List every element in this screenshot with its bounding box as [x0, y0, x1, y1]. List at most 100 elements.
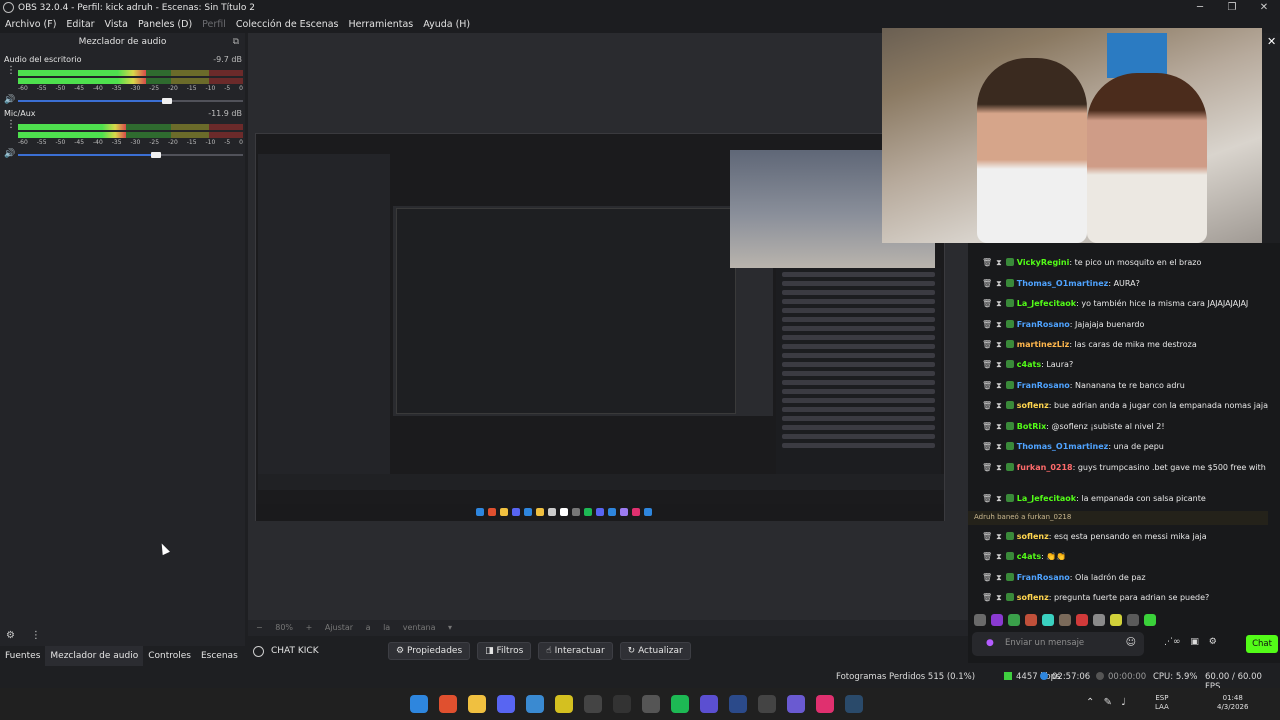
- menu-herramientas[interactable]: Herramientas: [349, 19, 414, 30]
- chat-username[interactable]: BotRix: [1017, 422, 1046, 431]
- timeout-icon[interactable]: ⧗: [996, 299, 1002, 308]
- chat-username[interactable]: furkan_0218: [1017, 463, 1073, 472]
- chat-username[interactable]: c4ats: [1017, 360, 1041, 369]
- chevron-up-icon[interactable]: ⌃: [1086, 697, 1094, 708]
- timeout-icon[interactable]: ⧗: [996, 422, 1002, 431]
- steam-icon[interactable]: [845, 695, 863, 713]
- channel-menu-icon[interactable]: ⋮: [6, 66, 16, 76]
- menu-archivo[interactable]: Archivo (F): [5, 19, 56, 30]
- timeout-icon[interactable]: ⧗: [996, 442, 1002, 451]
- tab-escenas[interactable]: Escenas: [196, 646, 243, 666]
- chat-message-input[interactable]: ● Enviar un mensaje ☺: [972, 632, 1144, 656]
- app2-icon[interactable]: [700, 695, 718, 713]
- chat-username[interactable]: c4ats: [1017, 552, 1041, 561]
- volume-slider[interactable]: [18, 152, 243, 158]
- ps-icon[interactable]: [729, 695, 747, 713]
- volume-slider[interactable]: [18, 98, 243, 104]
- share-icon[interactable]: ⋰∞: [1164, 637, 1181, 647]
- minimize-button[interactable]: ─: [1184, 0, 1216, 15]
- timeout-icon[interactable]: ⧗: [996, 340, 1002, 349]
- timeout-icon[interactable]: ⧗: [996, 360, 1002, 369]
- zoom-in-button[interactable]: +: [306, 623, 313, 632]
- delete-icon[interactable]: 🗑: [982, 552, 992, 561]
- language-indicator[interactable]: ESP LAA: [1155, 694, 1169, 712]
- chat-username[interactable]: La_Jefecitaok: [1017, 299, 1076, 308]
- timeout-icon[interactable]: ⧗: [996, 279, 1002, 288]
- close-button[interactable]: ✕: [1248, 0, 1280, 15]
- tab-controles[interactable]: Controles: [143, 646, 196, 666]
- speaker-icon[interactable]: 🔊: [4, 149, 15, 159]
- delete-icon[interactable]: 🗑: [982, 279, 992, 288]
- timeout-icon[interactable]: ⧗: [996, 401, 1002, 410]
- chat-username[interactable]: Thomas_O1martinez: [1017, 442, 1109, 451]
- chat-username[interactable]: FranRosano: [1017, 573, 1070, 582]
- chat-username[interactable]: FranRosano: [1017, 320, 1070, 329]
- delete-icon[interactable]: 🗑: [982, 299, 992, 308]
- timeout-icon[interactable]: ⧗: [996, 258, 1002, 267]
- folder-icon[interactable]: [468, 695, 486, 713]
- properties-button[interactable]: ⚙ Propiedades: [388, 642, 471, 660]
- chat-username[interactable]: soflenz: [1017, 532, 1049, 541]
- timeout-icon[interactable]: ⧗: [996, 573, 1002, 582]
- chat-username[interactable]: Thomas_O1martinez: [1017, 279, 1109, 288]
- delete-icon[interactable]: 🗑: [982, 360, 992, 369]
- maximize-button[interactable]: ❐: [1216, 0, 1248, 15]
- menu-perfil[interactable]: Perfil: [202, 19, 226, 30]
- settings-icon[interactable]: ⚙: [1209, 637, 1217, 647]
- tab-mezclador-audio[interactable]: Mezclador de audio: [45, 646, 144, 666]
- delete-icon[interactable]: 🗑: [982, 442, 992, 451]
- menu-ayuda[interactable]: Ayuda (H): [423, 19, 470, 30]
- photos-icon[interactable]: [526, 695, 544, 713]
- menu-editar[interactable]: Editar: [66, 19, 94, 30]
- timeout-icon[interactable]: ⧗: [996, 532, 1002, 541]
- capcut-icon[interactable]: [584, 695, 602, 713]
- delete-icon[interactable]: 🗑: [982, 258, 992, 267]
- selected-source[interactable]: CHAT KICK: [253, 645, 388, 657]
- clock[interactable]: 01:48 4/3/2026: [1217, 694, 1248, 712]
- fit-window-button[interactable]: Ajustar a la ventana: [325, 623, 436, 632]
- delete-icon[interactable]: 🗑: [982, 494, 992, 503]
- obs-taskbar-icon[interactable]: [642, 695, 660, 713]
- filters-button[interactable]: ◨ Filtros: [477, 642, 532, 660]
- chat-username[interactable]: VickyRegini: [1017, 258, 1070, 267]
- chat-username[interactable]: FranRosano: [1017, 381, 1070, 390]
- pen-icon[interactable]: ✎: [1104, 697, 1112, 708]
- start-icon[interactable]: [410, 695, 428, 713]
- timeout-icon[interactable]: ⧗: [996, 494, 1002, 503]
- delete-icon[interactable]: 🗑: [982, 463, 992, 472]
- delete-icon[interactable]: 🗑: [982, 381, 992, 390]
- app3-icon[interactable]: [758, 695, 776, 713]
- send-chat-button[interactable]: Chat: [1246, 635, 1278, 653]
- chat-username[interactable]: martinezLiz: [1017, 340, 1070, 349]
- menu-paneles[interactable]: Paneles (D): [138, 19, 192, 30]
- chevron-down-icon[interactable]: ▾: [448, 623, 452, 632]
- gift-icon[interactable]: ▣: [1190, 637, 1199, 647]
- brave-icon[interactable]: [439, 695, 457, 713]
- mic-tray-icon[interactable]: ♩: [1121, 697, 1126, 708]
- timeout-icon[interactable]: ⧗: [996, 381, 1002, 390]
- menu-vista[interactable]: Vista: [105, 19, 128, 30]
- mic-icon[interactable]: ●: [986, 638, 994, 648]
- tiktok-live-icon[interactable]: [816, 695, 834, 713]
- delete-icon[interactable]: 🗑: [982, 401, 992, 410]
- delete-icon[interactable]: 🗑: [982, 593, 992, 602]
- close-overlay-icon[interactable]: ✕: [1267, 35, 1276, 48]
- volume-slider-knob[interactable]: [150, 152, 161, 158]
- mixer-menu-icon[interactable]: ⋮: [31, 630, 41, 641]
- interact-button[interactable]: ☝ Interactuar: [538, 642, 613, 660]
- discord-icon[interactable]: [497, 695, 515, 713]
- speaker-icon[interactable]: 🔊: [4, 95, 15, 105]
- app4-icon[interactable]: [787, 695, 805, 713]
- menu-coleccion-escenas[interactable]: Colección de Escenas: [236, 19, 339, 30]
- app-icon[interactable]: [555, 695, 573, 713]
- delete-icon[interactable]: 🗑: [982, 422, 992, 431]
- zoom-out-button[interactable]: −: [256, 623, 263, 632]
- delete-icon[interactable]: 🗑: [982, 320, 992, 329]
- tiktok-icon[interactable]: [613, 695, 631, 713]
- emoji-icon[interactable]: ☺: [1126, 637, 1136, 648]
- timeout-icon[interactable]: ⧗: [996, 463, 1002, 472]
- timeout-icon[interactable]: ⧗: [996, 593, 1002, 602]
- chat-username[interactable]: soflenz: [1017, 593, 1049, 602]
- tab-fuentes[interactable]: Fuentes: [0, 646, 45, 666]
- undock-icon[interactable]: ⧉: [233, 33, 239, 51]
